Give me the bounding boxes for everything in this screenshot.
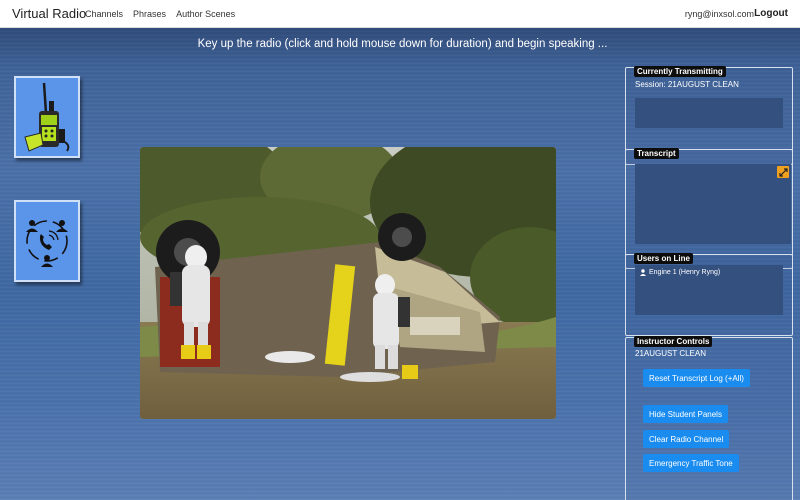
- expand-icon[interactable]: [777, 166, 789, 178]
- transcript-title: Transcript: [634, 148, 679, 159]
- user-name: Engine 1 (Henry Ryng): [649, 269, 721, 276]
- app-brand[interactable]: Virtual Radio: [12, 6, 86, 21]
- transcript-log[interactable]: [635, 164, 791, 244]
- nav-link-author-scenes[interactable]: Author Scenes: [176, 9, 235, 19]
- hide-student-panels-button[interactable]: Hide Student Panels: [643, 405, 728, 423]
- handheld-radio-icon: [24, 82, 70, 152]
- users-list: Engine 1 (Henry Ryng): [635, 265, 783, 315]
- instructor-session-name: 21AUGUST CLEAN: [635, 349, 706, 358]
- conference-call-button[interactable]: [14, 200, 80, 282]
- instructor-controls-title: Instructor Controls: [634, 336, 713, 347]
- nav-link-phrases[interactable]: Phrases: [133, 9, 166, 19]
- instructor-controls-panel: Instructor Controls 21AUGUST CLEAN Reset…: [625, 336, 793, 500]
- radio-key-button[interactable]: [14, 76, 80, 158]
- currently-transmitting-title: Currently Transmitting: [634, 66, 726, 77]
- list-item: Engine 1 (Henry Ryng): [640, 269, 720, 276]
- logout-link[interactable]: Logout: [754, 8, 788, 19]
- users-on-line-title: Users on Line: [634, 253, 693, 264]
- top-navbar: Virtual Radio Channels Phrases Author Sc…: [0, 0, 800, 28]
- transcript-panel: Transcript: [625, 148, 793, 269]
- clear-radio-channel-button[interactable]: Clear Radio Channel: [643, 430, 730, 448]
- nav-link-channels[interactable]: Channels: [85, 9, 123, 19]
- users-on-line-panel: Users on Line Engine 1 (Henry Ryng): [625, 253, 793, 336]
- nav-links: Channels Phrases Author Scenes: [85, 9, 235, 19]
- user-icon: [640, 269, 646, 276]
- emergency-traffic-tone-button[interactable]: Emergency Traffic Tone: [643, 454, 739, 472]
- main-area: Key up the radio (click and hold mouse d…: [0, 28, 800, 500]
- transmitting-display: [635, 98, 783, 128]
- reset-transcript-button[interactable]: Reset Transcript Log (+All): [643, 369, 750, 387]
- scene-image: [140, 147, 556, 419]
- scene-illustration: [140, 147, 556, 419]
- instruction-text: Key up the radio (click and hold mouse d…: [197, 38, 608, 50]
- conference-call-icon: [26, 220, 68, 267]
- user-email: ryng@inxsol.com: [684, 9, 754, 19]
- session-label: Session: 21AUGUST CLEAN: [635, 80, 739, 89]
